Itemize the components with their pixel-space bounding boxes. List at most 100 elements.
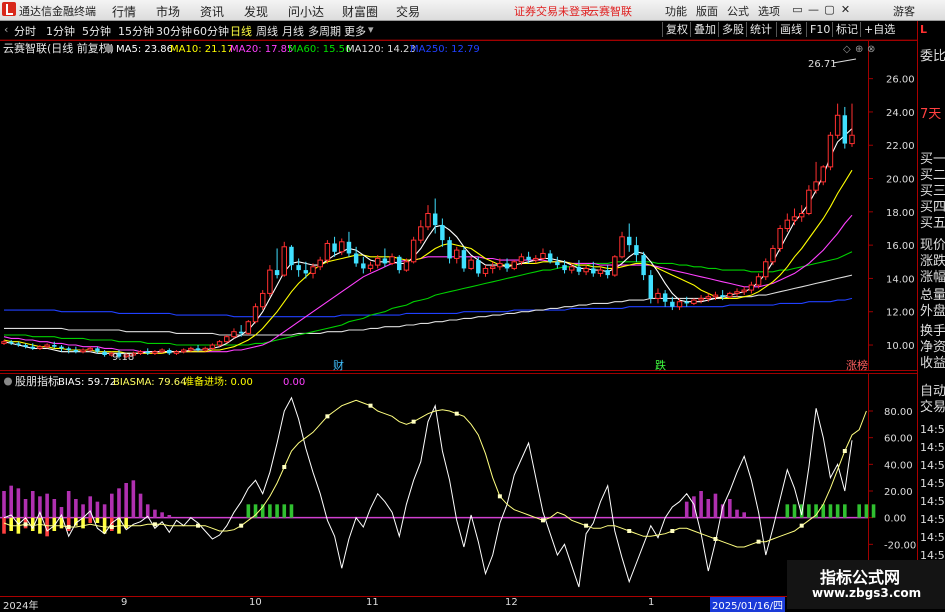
ma10-legend: MA10: 21.17 — [170, 44, 233, 55]
biasma-marker — [627, 529, 632, 533]
chart-settings-icon[interactable] — [105, 44, 113, 53]
signal-bar — [289, 504, 294, 518]
multi-stock-button[interactable]: 多股 — [718, 22, 744, 37]
limit-up-marker[interactable]: 涨榜 — [846, 358, 868, 371]
period-tab-1min[interactable]: 1分钟 — [46, 23, 75, 39]
restore-icon[interactable]: ▭ — [790, 2, 805, 17]
trade-label[interactable]: 交易 — [920, 400, 945, 416]
toolbar-collapse-icon[interactable]: ‹ — [4, 23, 8, 36]
menu-formula[interactable]: 公式 — [727, 3, 749, 19]
candle-body-down — [296, 265, 301, 271]
signal-bar — [871, 504, 876, 518]
menu-exchange[interactable]: 市场 — [156, 3, 180, 20]
close-panel-icon[interactable]: ⊗ — [867, 44, 875, 55]
price-tick-label: 20.00 — [886, 175, 915, 186]
period-tab-30min[interactable]: 30分钟 — [156, 23, 192, 39]
candle-body-up — [705, 296, 711, 299]
period-tab-monthly[interactable]: 月线 — [282, 23, 304, 39]
login-warning[interactable]: 证券交易未登录 — [514, 3, 591, 19]
signal-bar — [785, 504, 790, 518]
user-guest[interactable]: 游客 — [893, 3, 915, 19]
period-tab-60min[interactable]: 60分钟 — [193, 23, 229, 39]
auto-trade-label[interactable]: 自动 — [920, 384, 945, 400]
tick-time: 14:56 — [920, 513, 945, 526]
tick-time: 14:56 — [920, 423, 945, 436]
menu-options[interactable]: 选项 — [758, 3, 780, 19]
ma60-legend: MA60: 15.56 — [288, 44, 351, 55]
diamond-icon[interactable]: ◇ — [843, 44, 851, 55]
candle-body-up — [173, 351, 180, 354]
f10-button[interactable]: F10 — [806, 22, 830, 37]
date-label-2024: 2024年 — [3, 601, 39, 612]
menu-layout[interactable]: 版面 — [696, 3, 718, 19]
period-tab-more[interactable]: 更多 — [344, 23, 366, 39]
indicator-title: 股朋指标 — [15, 374, 59, 388]
mark-button[interactable]: 标记 — [832, 22, 858, 37]
signal-bar — [807, 504, 811, 518]
quote-side-panel: L 委比 7天 买一 买二 买三 买四 买五 现价 涨跌 涨幅 总量 外盘 换手… — [917, 21, 945, 609]
momentum-bar — [167, 515, 172, 518]
candle-body-up — [259, 292, 266, 308]
period-tab-daily[interactable]: 日线 — [230, 23, 252, 39]
candle-body-up — [569, 266, 575, 271]
biasma-legend: BIASMA: 79.64 — [113, 377, 186, 388]
more-chevron-down-icon[interactable]: ▾ — [368, 23, 374, 36]
menu-news[interactable]: 资讯 — [200, 3, 224, 20]
entry-legend: 准备进场: 0.00 — [184, 375, 253, 388]
candle-body-down — [591, 268, 596, 274]
momentum-bar — [66, 491, 71, 518]
momentum-bar — [692, 496, 696, 518]
indicator-panel[interactable]: 股朋指标 BIAS: 59.72 BIASMA: 79.64 准备进场: 0.0… — [0, 373, 917, 595]
minimize-icon[interactable]: — — [806, 2, 821, 17]
candle-body-up — [827, 134, 834, 168]
menu-discover[interactable]: 发现 — [244, 3, 268, 20]
momentum-bar — [52, 499, 57, 518]
candle-body-up — [231, 331, 237, 338]
candle-body-up — [806, 189, 812, 214]
period-tab-5min[interactable]: 5分钟 — [82, 23, 111, 39]
drop-marker[interactable]: 跌 — [655, 358, 666, 371]
menu-function[interactable]: 功能 — [665, 3, 687, 19]
candle-body-down — [670, 301, 675, 307]
bid-ratio-label: 委比 — [920, 49, 945, 64]
biasma-marker — [756, 539, 761, 544]
candle-body-up — [216, 341, 223, 346]
menu-wealth[interactable]: 财富圈 — [342, 3, 378, 20]
candle-body-up — [712, 294, 719, 298]
candle-body-up — [612, 256, 618, 276]
finance-marker[interactable]: 财 — [333, 358, 344, 371]
candle-body-down — [605, 270, 610, 276]
menu-trade[interactable]: 交易 — [396, 3, 420, 20]
draw-line-button[interactable]: 画线 — [776, 22, 802, 37]
add-favorite-button[interactable]: +自选 — [860, 22, 895, 37]
restore-rights-button[interactable]: 复权 — [662, 22, 688, 37]
candle-body-up — [152, 351, 158, 354]
menu-market[interactable]: 行情 — [112, 3, 136, 20]
candle-body-down — [361, 263, 366, 269]
biasma-marker — [239, 523, 244, 528]
biasma-marker — [454, 411, 459, 416]
statistics-button[interactable]: 统计 — [746, 22, 772, 37]
kline-chart-panel[interactable]: 云赛智联(日线 前复权) MA5: 23.86 MA10: 21.17 MA20… — [0, 40, 917, 371]
overlay-button[interactable]: 叠加 — [690, 22, 716, 37]
momentum-bar — [124, 483, 128, 518]
cursor-date-label: 2025/01/16/四 — [710, 597, 786, 612]
candle-body-up — [482, 267, 489, 274]
period-tab-multi[interactable]: 多周期 — [308, 23, 341, 39]
period-tab-intraday[interactable]: 分时 — [14, 23, 36, 39]
signal-bar — [828, 504, 833, 518]
period-tab-15min[interactable]: 15分钟 — [118, 23, 154, 39]
entry-bar — [88, 517, 93, 523]
zoom-in-icon[interactable]: ⊕ — [855, 44, 863, 55]
close-icon[interactable]: ✕ — [838, 2, 853, 17]
maximize-icon[interactable]: ▢ — [822, 2, 837, 17]
indicator-settings-icon[interactable] — [4, 377, 12, 386]
menu-ask[interactable]: 问小达 — [288, 3, 324, 20]
indicator-tick-label: 20.00 — [884, 487, 913, 498]
entry-bar — [38, 517, 42, 534]
quote-net-assets: 净资 — [920, 340, 945, 355]
quote-change: 涨跌 — [920, 254, 945, 269]
period-tab-weekly[interactable]: 周线 — [256, 23, 278, 39]
tick-time: 14:56 — [920, 441, 945, 454]
candle-body-up — [518, 256, 525, 263]
